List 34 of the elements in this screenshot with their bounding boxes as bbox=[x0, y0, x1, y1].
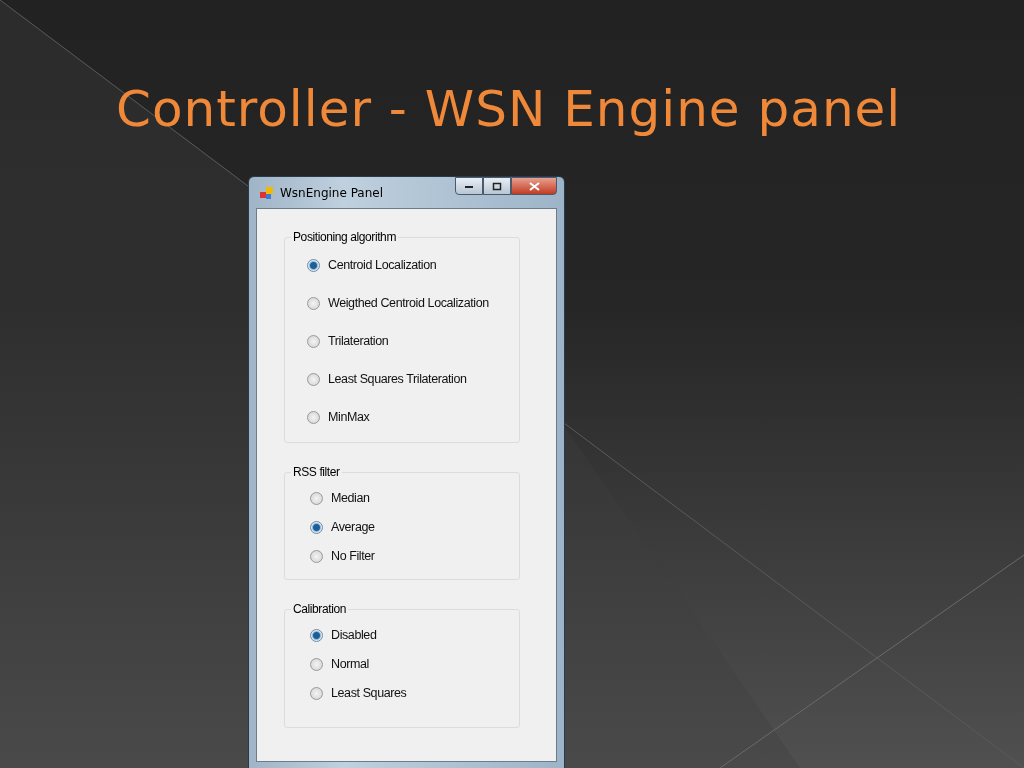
radio-button[interactable] bbox=[307, 334, 320, 348]
window-title: WsnEngine Panel bbox=[280, 185, 384, 200]
group-label: Positioning algorithm bbox=[291, 230, 398, 244]
radio-label[interactable]: Weigthed Centroid Localization bbox=[328, 296, 489, 310]
radio-label[interactable]: Disabled bbox=[331, 628, 377, 642]
radio-label[interactable]: No Filter bbox=[331, 549, 375, 563]
radio-button[interactable] bbox=[310, 520, 323, 534]
radio-button[interactable] bbox=[310, 549, 323, 563]
radio-label[interactable]: Centroid Localization bbox=[328, 258, 437, 272]
radio-button[interactable] bbox=[310, 657, 323, 671]
radio-label[interactable]: Least Squares Trilateration bbox=[328, 372, 467, 386]
minimize-button[interactable] bbox=[455, 177, 483, 195]
close-icon bbox=[528, 181, 540, 191]
radio-label[interactable]: Least Squares bbox=[331, 686, 407, 700]
group-label: RSS filter bbox=[291, 465, 342, 479]
radio-button[interactable] bbox=[310, 686, 323, 700]
radio-label[interactable]: Median bbox=[331, 491, 370, 505]
app-icon bbox=[260, 185, 274, 200]
radio-button[interactable] bbox=[310, 491, 323, 505]
radio-label[interactable]: MinMax bbox=[328, 410, 370, 424]
slide-title: Controller - WSN Engine panel bbox=[116, 79, 902, 140]
radio-button[interactable] bbox=[307, 258, 320, 272]
radio-label[interactable]: Average bbox=[331, 520, 375, 534]
close-button[interactable] bbox=[511, 177, 557, 195]
minimize-icon bbox=[464, 183, 474, 189]
radio-button[interactable] bbox=[307, 372, 320, 386]
radio-label[interactable]: Normal bbox=[331, 657, 369, 671]
radio-button[interactable] bbox=[307, 410, 320, 424]
radio-button[interactable] bbox=[310, 628, 323, 642]
radio-button[interactable] bbox=[307, 296, 320, 310]
maximize-icon bbox=[492, 181, 502, 191]
maximize-button[interactable] bbox=[483, 177, 511, 195]
radio-label[interactable]: Trilateration bbox=[328, 334, 389, 348]
group-label: Calibration bbox=[291, 602, 348, 616]
